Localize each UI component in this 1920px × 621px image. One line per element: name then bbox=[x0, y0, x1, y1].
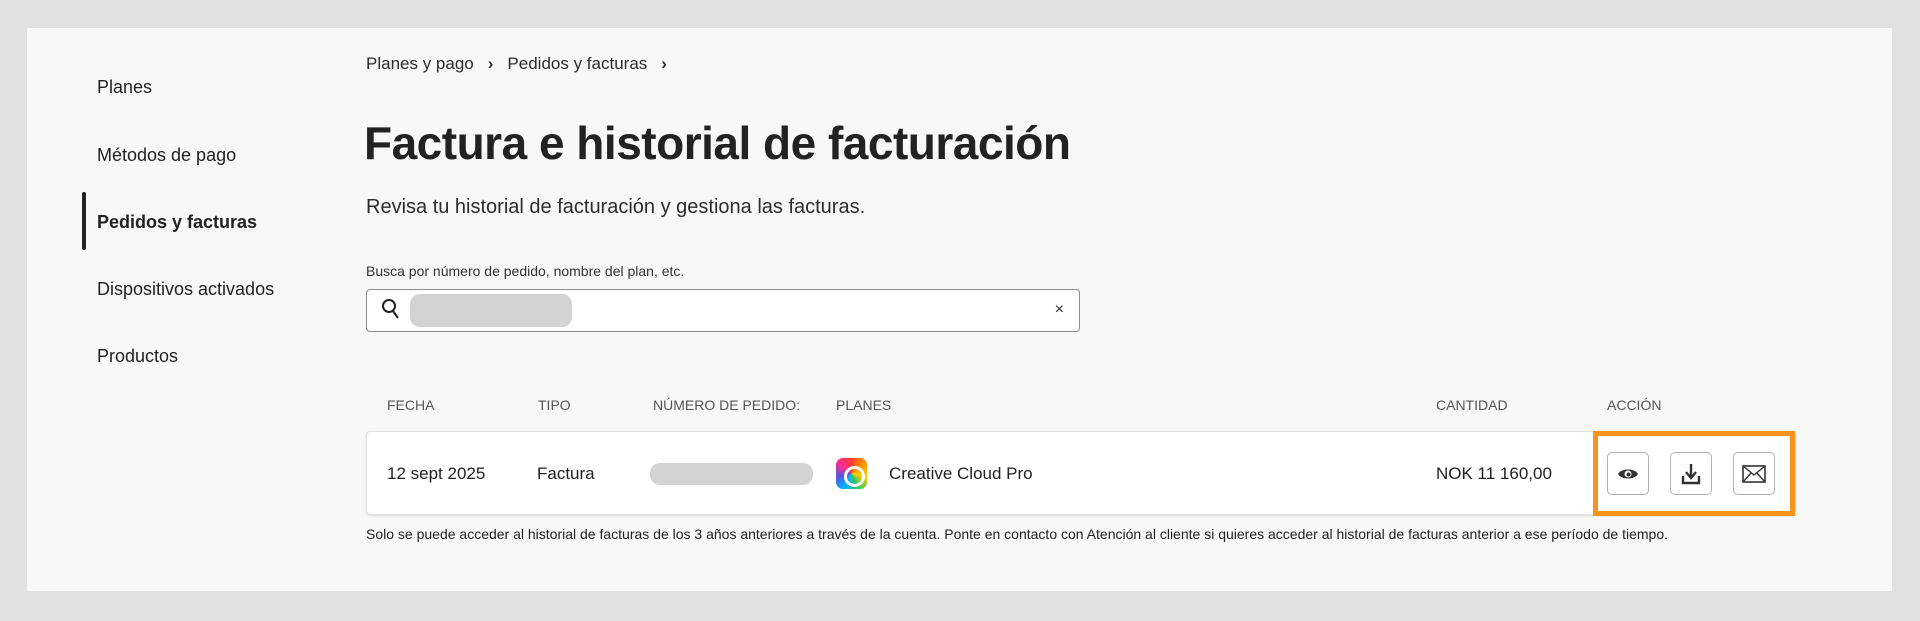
row-plan: Creative Cloud Pro bbox=[889, 464, 1033, 483]
redacted-order-number bbox=[650, 463, 813, 485]
row-cantidad: NOK 11 160,00 bbox=[1436, 464, 1552, 483]
creative-cloud-icon bbox=[836, 458, 867, 489]
view-invoice-button[interactable] bbox=[1607, 452, 1649, 495]
clear-search-button[interactable]: × bbox=[1055, 301, 1064, 319]
search-label: Busca por número de pedido, nombre del p… bbox=[366, 263, 685, 279]
download-invoice-button[interactable] bbox=[1670, 452, 1712, 495]
column-header-cantidad: Cantidad bbox=[1436, 397, 1508, 413]
search-input[interactable]: × bbox=[366, 289, 1080, 332]
download-icon bbox=[1681, 463, 1701, 484]
breadcrumb: Planes y pago › Pedidos y facturas › bbox=[366, 54, 667, 74]
chevron-right-icon: › bbox=[661, 54, 667, 73]
page-subtitle: Revisa tu historial de facturación y ges… bbox=[366, 196, 866, 218]
active-indicator bbox=[82, 192, 86, 250]
search-icon bbox=[382, 299, 399, 319]
mail-icon bbox=[1742, 464, 1766, 483]
sidebar-item-dispositivos-activados[interactable]: Dispositivos activados bbox=[97, 279, 274, 300]
sidebar-item-productos[interactable]: Productos bbox=[97, 346, 178, 367]
breadcrumb-link[interactable]: Planes y pago bbox=[366, 54, 474, 74]
column-header-tipo: Tipo bbox=[538, 397, 571, 413]
row-fecha: 12 sept 2025 bbox=[387, 464, 486, 483]
column-header-planes: Planes bbox=[836, 397, 892, 413]
breadcrumb-link[interactable]: Pedidos y facturas bbox=[507, 54, 647, 74]
eye-icon bbox=[1618, 469, 1638, 478]
sidebar-item-pedidos-y-facturas[interactable]: Pedidos y facturas bbox=[97, 212, 257, 233]
column-header-fecha: Fecha bbox=[387, 397, 435, 413]
email-invoice-button[interactable] bbox=[1733, 452, 1775, 495]
page-title: Factura e historial de facturación bbox=[364, 117, 1071, 169]
column-header-accion: Acción bbox=[1607, 397, 1662, 413]
footnote: Solo se puede acceder al historial de fa… bbox=[366, 526, 1669, 542]
sidebar-item-metodos-de-pago[interactable]: Métodos de pago bbox=[97, 145, 236, 166]
row-tipo: Factura bbox=[537, 464, 595, 483]
chevron-right-icon: › bbox=[487, 54, 494, 73]
sidebar-item-planes[interactable]: Planes bbox=[97, 77, 152, 98]
column-header-numero-pedido: Número de pedido: bbox=[653, 397, 801, 413]
redacted-search-value bbox=[410, 294, 572, 327]
